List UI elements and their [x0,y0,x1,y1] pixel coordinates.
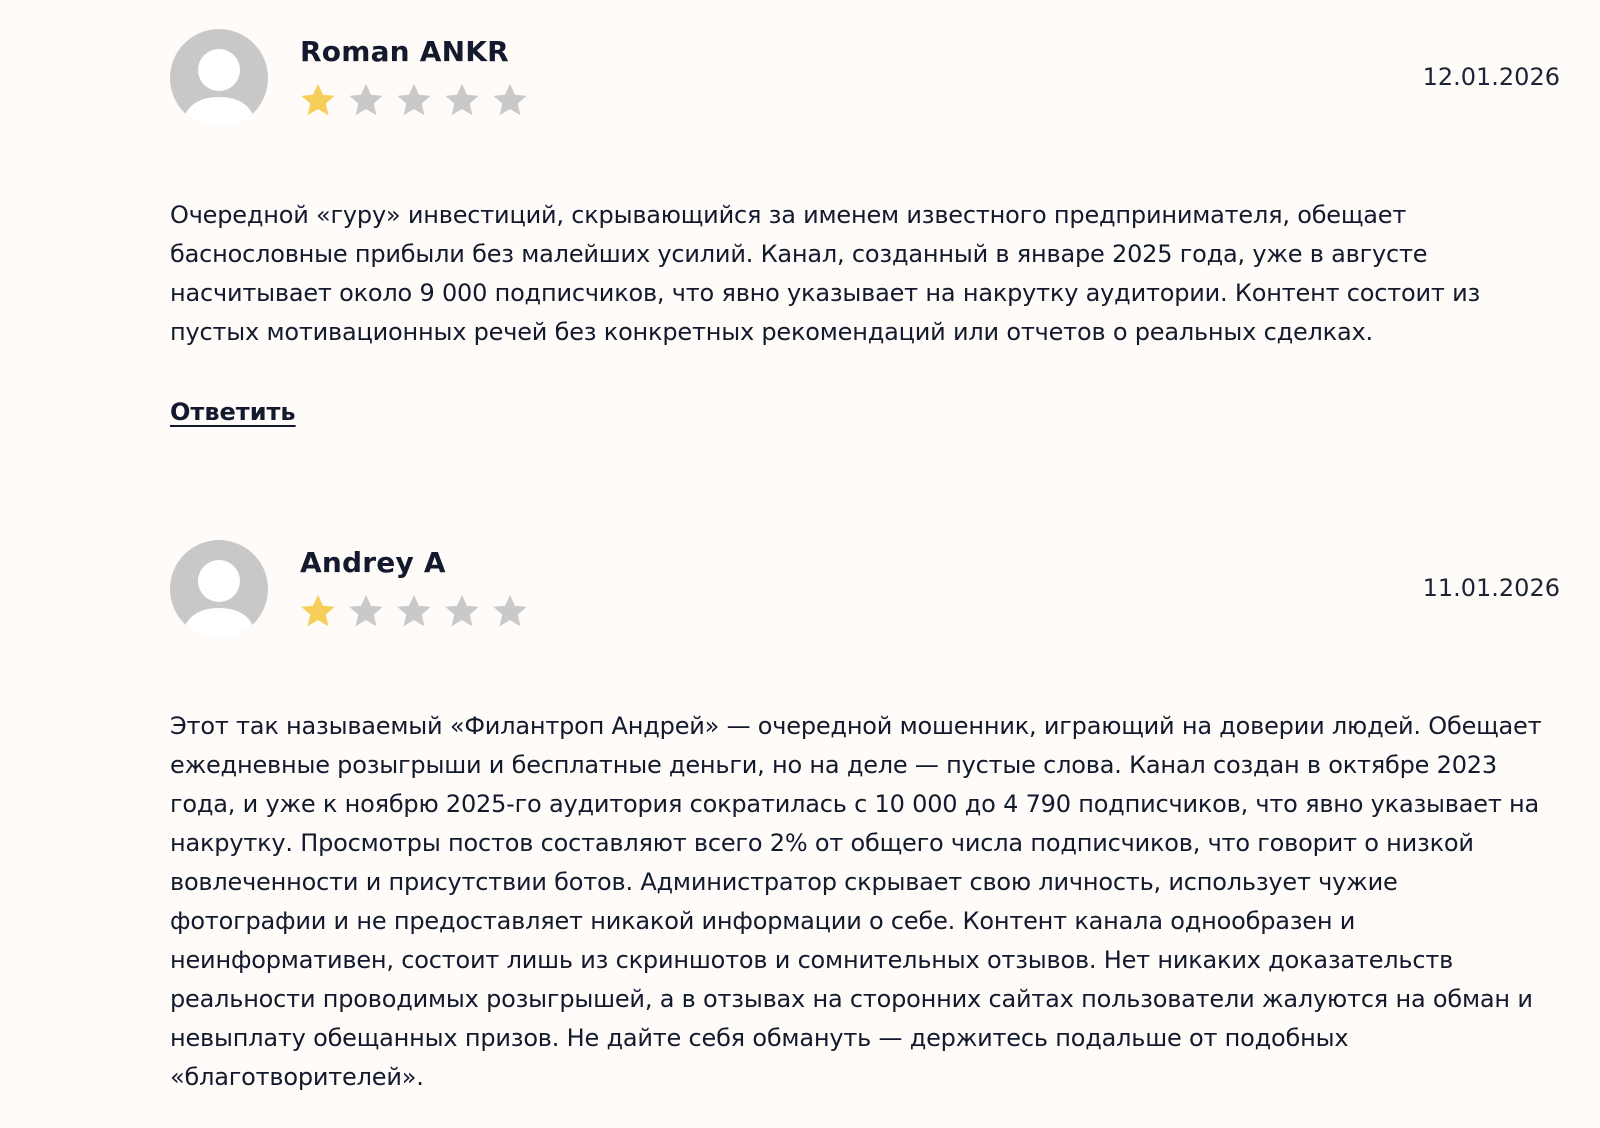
star-empty-icon [349,594,383,627]
review-header: Andrey A 11.01.2026 [170,540,1560,640]
star-filled-icon [301,594,335,627]
star-rating [299,592,529,630]
user-avatar-icon [170,29,268,127]
star-empty-icon [397,594,431,627]
review-actions: Ответить [170,398,1560,426]
user-avatar-icon [170,540,268,638]
reply-button[interactable]: Ответить [170,398,296,426]
review-card: Roman ANKR 12.01.2026 Очередной «гуру» и… [170,29,1560,426]
star-empty-icon [445,594,479,627]
star-empty-icon [445,83,479,116]
author-name: Roman ANKR [300,35,509,68]
star-empty-icon [397,83,431,116]
review-text: Очередной «гуру» инвестиций, скрывающийс… [170,201,1481,346]
star-rating [299,81,529,119]
review-date: 11.01.2026 [1422,574,1560,602]
star-empty-icon [493,594,527,627]
review-date: 12.01.2026 [1422,63,1560,91]
review-text: Этот так называемый «Филантроп Андрей» —… [170,712,1542,1091]
star-empty-icon [493,83,527,116]
review-card: Andrey A 11.01.2026 Этот так называемый … [170,540,1560,1097]
star-empty-icon [349,83,383,116]
star-filled-icon [301,83,335,116]
author-name: Andrey A [300,546,446,579]
review-header: Roman ANKR 12.01.2026 [170,29,1560,129]
